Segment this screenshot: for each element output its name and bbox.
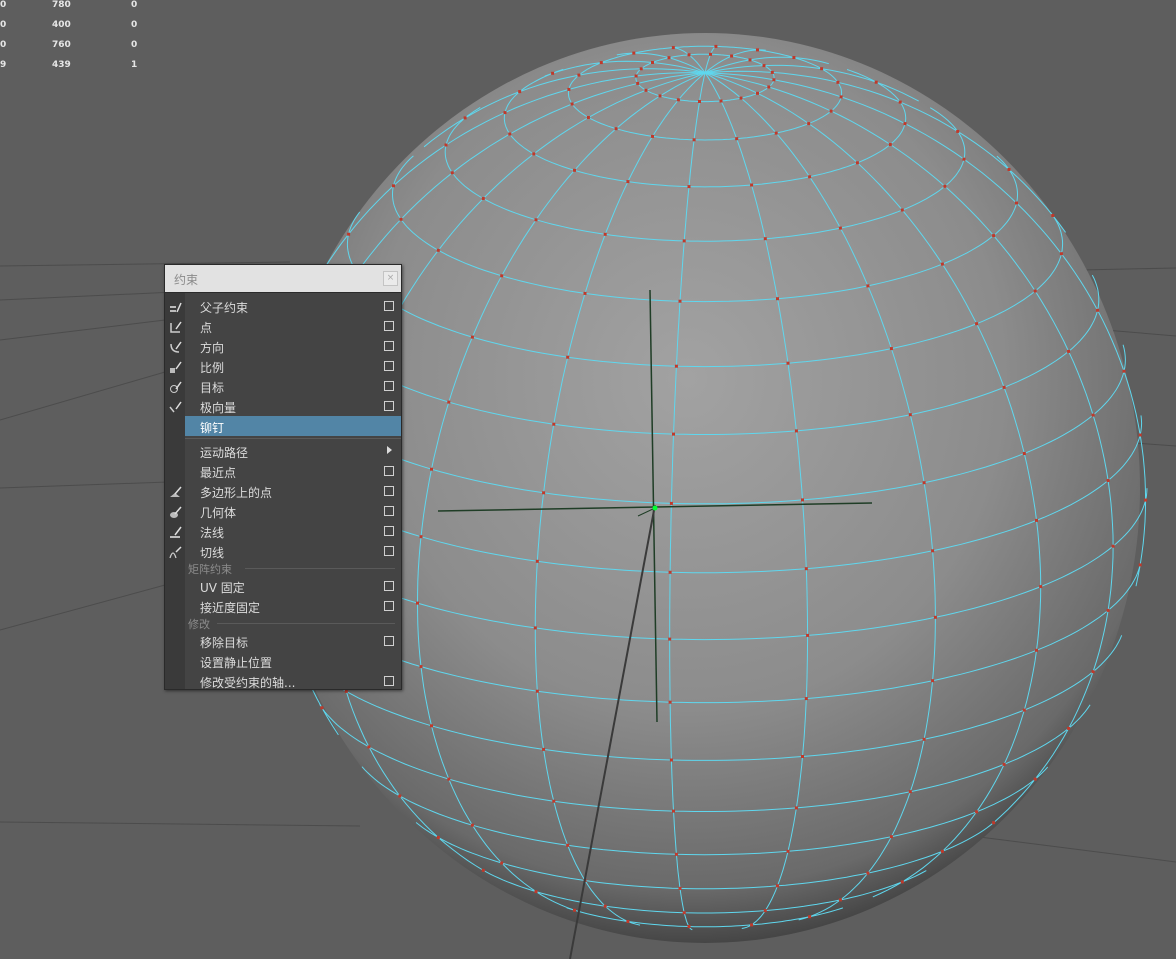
menu-item-rivet[interactable]: 铆钉: [185, 416, 401, 436]
hud-value: 0: [0, 40, 7, 50]
menu-item-label: UV 固定: [200, 581, 245, 595]
menu-item-closest-point[interactable]: 最近点: [185, 461, 401, 481]
menu-item-label: 目标: [200, 381, 225, 395]
section-divider: [245, 568, 395, 569]
option-box[interactable]: [384, 381, 394, 391]
menu-item-label: 设置静止位置: [200, 656, 273, 670]
hud-value: 0: [131, 40, 138, 50]
menu-separator: [185, 438, 401, 439]
menu-item-label: 最近点: [200, 466, 237, 480]
hud-value: 9: [0, 60, 7, 70]
menu-item-label: 方向: [200, 341, 225, 355]
hud-value: 0: [131, 0, 138, 10]
option-box[interactable]: [384, 466, 394, 476]
menu-item-tangent[interactable]: 切线: [169, 541, 401, 561]
option-box[interactable]: [384, 526, 394, 536]
option-box[interactable]: [384, 401, 394, 411]
menu-item-label: 移除目标: [200, 636, 249, 650]
menu-item-point-on-poly[interactable]: 多边形上的点: [170, 481, 401, 501]
hud-row: 0 760 0: [0, 40, 150, 54]
geometry-constraint-icon: [169, 504, 182, 518]
option-box[interactable]: [384, 341, 394, 351]
section-header-modify: 修改: [185, 616, 401, 631]
option-box[interactable]: [384, 636, 394, 646]
menu-item-label: 几何体: [200, 506, 237, 520]
hud-row: 0 400 0: [0, 20, 150, 34]
menu-item-label: 铆钉: [200, 421, 225, 435]
constrain-menu: 约束 × 父子约束 点 方向 比例 目标 极向量 铆钉 运动路径 最近点 多边形…: [164, 264, 402, 690]
menu-item-geometry[interactable]: 几何体: [170, 501, 401, 521]
hud-value: 400: [52, 20, 71, 30]
menu-item-label: 极向量: [200, 401, 237, 415]
hud-value: 439: [52, 60, 71, 70]
menu-item-normal[interactable]: 法线: [170, 521, 401, 541]
menu-item-uv-pin[interactable]: UV 固定: [185, 576, 401, 596]
menu-item-label: 父子约束: [200, 301, 249, 315]
menu-title: 约束: [174, 273, 199, 287]
hud-value: 760: [52, 40, 71, 50]
normal-constraint-icon: [169, 524, 182, 538]
parent-constraint-icon: [169, 299, 182, 313]
section-label: 矩阵约束: [188, 563, 232, 576]
option-box[interactable]: [384, 676, 394, 686]
hud-value: 780: [52, 0, 71, 10]
menu-item-set-rest-position[interactable]: 设置静止位置: [185, 651, 401, 671]
hud-row: 0 780 0: [0, 0, 150, 14]
tangent-constraint-icon: [169, 544, 182, 559]
option-box[interactable]: [384, 301, 394, 311]
point-on-poly-icon: [169, 484, 182, 497]
option-box[interactable]: [384, 321, 394, 331]
hud-value: 1: [131, 60, 138, 70]
hud-value: 0: [0, 20, 7, 30]
hud-numeric-readout: 0 780 0 0 400 0 0 760 0 9 439 1: [0, 0, 150, 80]
option-box[interactable]: [384, 546, 394, 556]
point-constraint-icon: [169, 319, 182, 333]
menu-item-label: 接近度固定: [200, 601, 261, 615]
hud-value: 0: [131, 20, 138, 30]
menu-item-label: 切线: [200, 546, 225, 560]
menu-item-label: 法线: [200, 526, 225, 540]
section-header-matrix: 矩阵约束: [185, 561, 401, 576]
hud-value: 0: [0, 0, 7, 10]
menu-item-modify-constrained-axis[interactable]: 修改受约束的轴...: [185, 671, 401, 691]
menu-item-scale[interactable]: 比例: [170, 356, 401, 376]
menu-item-motion-path[interactable]: 运动路径: [185, 441, 401, 461]
menu-item-pole-vector[interactable]: 极向量: [169, 396, 401, 416]
section-divider: [217, 623, 395, 624]
menu-item-point[interactable]: 点: [170, 316, 401, 336]
hud-row: 9 439 1: [0, 60, 150, 74]
option-box[interactable]: [384, 581, 394, 591]
pole-vector-constraint-icon: [169, 399, 182, 413]
menu-item-label: 比例: [200, 361, 225, 375]
menu-item-remove-target[interactable]: 移除目标: [185, 631, 401, 651]
scale-constraint-icon: [169, 359, 182, 373]
option-box[interactable]: [384, 361, 394, 371]
menu-item-label: 多边形上的点: [200, 486, 273, 500]
option-box[interactable]: [384, 506, 394, 516]
menu-item-proximity-pin[interactable]: 接近度固定: [185, 596, 401, 616]
menu-item-orient[interactable]: 方向: [170, 336, 401, 356]
aim-constraint-icon: [169, 379, 182, 393]
pivot-point: [652, 505, 658, 511]
option-box[interactable]: [384, 601, 394, 611]
section-label: 修改: [188, 618, 210, 631]
menu-item-aim[interactable]: 目标: [170, 376, 401, 396]
menu-item-label: 运动路径: [200, 446, 249, 460]
menu-item-parent[interactable]: 父子约束: [170, 296, 401, 316]
orient-constraint-icon: [169, 339, 182, 353]
menu-item-label: 修改受约束的轴...: [200, 676, 296, 690]
menu-item-label: 点: [200, 321, 213, 335]
submenu-arrow-icon: [387, 446, 392, 454]
menu-title-bar[interactable]: 约束 ×: [165, 265, 401, 293]
option-box[interactable]: [384, 486, 394, 496]
close-button[interactable]: ×: [383, 271, 398, 286]
